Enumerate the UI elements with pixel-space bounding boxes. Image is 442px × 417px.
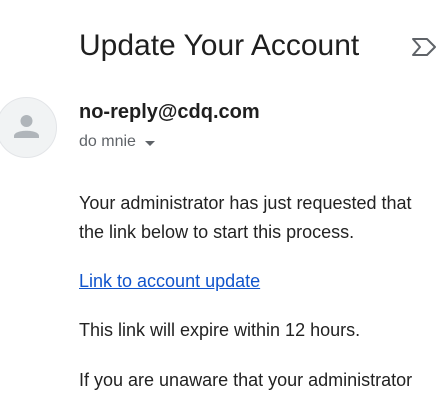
account-update-link[interactable]: Link to account update [79, 267, 260, 296]
email-subject: Update Your Account [79, 29, 360, 62]
body-line-1: Your administrator has just requested th… [79, 193, 412, 213]
sender-avatar[interactable] [0, 97, 57, 158]
recipient-details[interactable]: do mnie [79, 131, 155, 153]
important-marker-icon[interactable] [410, 35, 440, 59]
body-line-2: the link below to start this process. [79, 222, 355, 242]
person-icon [14, 115, 39, 138]
body-line-5: If you are unaware that your administrat… [79, 370, 413, 390]
sender-address[interactable]: no-reply@cdq.com [79, 99, 260, 125]
recipient-label: do mnie [79, 133, 136, 150]
caret-down-icon[interactable] [144, 140, 155, 146]
expiry-notice: This link will expire within 12 hours. [79, 320, 361, 340]
